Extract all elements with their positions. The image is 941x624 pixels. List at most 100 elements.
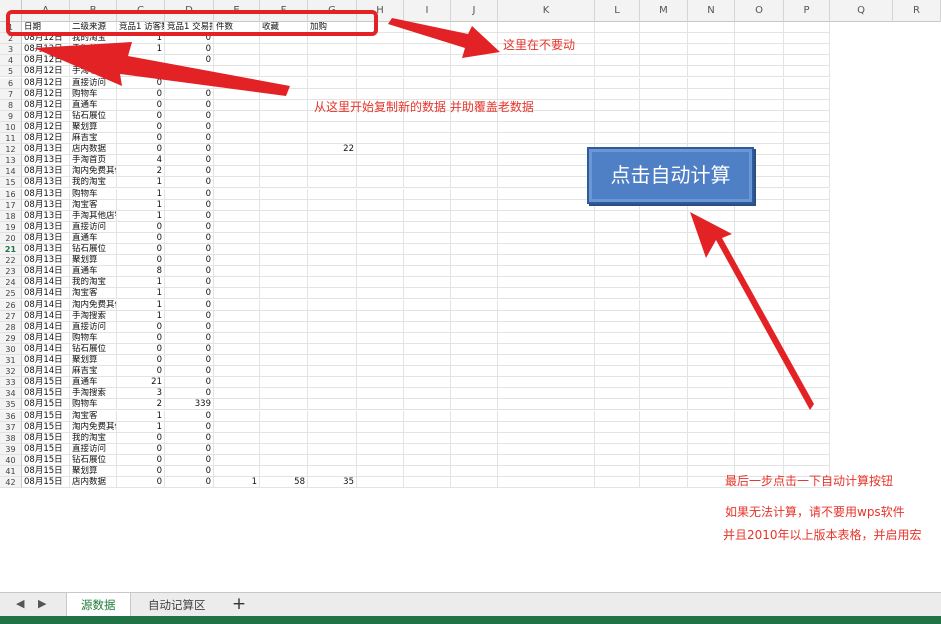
cell[interactable] bbox=[498, 133, 595, 145]
cell[interactable] bbox=[404, 454, 451, 466]
cell[interactable]: 08月15日 bbox=[22, 421, 70, 433]
cell[interactable]: 08月14日 bbox=[22, 266, 70, 278]
cell[interactable] bbox=[640, 355, 688, 367]
cell[interactable]: 08月15日 bbox=[22, 466, 70, 478]
cell[interactable] bbox=[451, 133, 498, 145]
column-header-n[interactable]: N bbox=[688, 0, 735, 22]
cell[interactable]: 08月12日 bbox=[22, 88, 70, 100]
cell[interactable] bbox=[784, 410, 830, 422]
cell[interactable] bbox=[451, 343, 498, 355]
cell[interactable] bbox=[260, 410, 308, 422]
cell[interactable]: 钻石展位 bbox=[70, 343, 117, 355]
cell[interactable] bbox=[260, 421, 308, 433]
cell[interactable]: 1 bbox=[117, 421, 165, 433]
cell[interactable] bbox=[214, 110, 260, 122]
cell[interactable]: 淘宝客 bbox=[70, 199, 117, 211]
cell[interactable] bbox=[688, 44, 735, 56]
cell[interactable]: 聚划算 bbox=[70, 255, 117, 267]
cell[interactable]: 3 bbox=[117, 388, 165, 400]
cell[interactable] bbox=[784, 44, 830, 56]
row-number[interactable]: 14 bbox=[0, 166, 22, 178]
cell[interactable]: 手淘搜索 bbox=[70, 310, 117, 322]
cell[interactable] bbox=[404, 199, 451, 211]
cell[interactable]: 21 bbox=[117, 377, 165, 389]
cell[interactable] bbox=[451, 288, 498, 300]
cell[interactable] bbox=[308, 432, 357, 444]
cell[interactable] bbox=[595, 66, 640, 78]
cell[interactable] bbox=[640, 277, 688, 289]
cell[interactable] bbox=[357, 121, 404, 133]
cell[interactable] bbox=[735, 221, 784, 233]
cell[interactable] bbox=[688, 133, 735, 145]
cell[interactable] bbox=[640, 310, 688, 322]
cell[interactable]: 我的淘宝 bbox=[70, 177, 117, 189]
cell[interactable] bbox=[640, 343, 688, 355]
cell[interactable] bbox=[308, 277, 357, 289]
cell[interactable] bbox=[117, 55, 165, 67]
cell[interactable] bbox=[784, 121, 830, 133]
row-number[interactable]: 12 bbox=[0, 144, 22, 156]
cell[interactable]: 1 bbox=[117, 277, 165, 289]
cell[interactable]: 0 bbox=[165, 232, 214, 244]
cell[interactable] bbox=[498, 466, 595, 478]
cell[interactable]: 0 bbox=[165, 343, 214, 355]
cell[interactable] bbox=[214, 299, 260, 311]
cell[interactable]: 08月15日 bbox=[22, 443, 70, 455]
cell[interactable] bbox=[404, 321, 451, 333]
cell[interactable] bbox=[688, 77, 735, 89]
cell[interactable] bbox=[688, 110, 735, 122]
cell[interactable] bbox=[735, 421, 784, 433]
column-header-q[interactable]: Q bbox=[830, 0, 893, 22]
row-number[interactable]: 7 bbox=[0, 88, 22, 100]
cell[interactable] bbox=[357, 377, 404, 389]
cell[interactable] bbox=[688, 399, 735, 411]
cell[interactable] bbox=[357, 55, 404, 67]
cell[interactable] bbox=[498, 355, 595, 367]
cell[interactable] bbox=[640, 321, 688, 333]
cell[interactable] bbox=[357, 144, 404, 156]
cell[interactable]: 聚划算 bbox=[70, 355, 117, 367]
cell[interactable] bbox=[308, 121, 357, 133]
cell[interactable] bbox=[498, 277, 595, 289]
cell[interactable] bbox=[498, 454, 595, 466]
cell[interactable] bbox=[357, 177, 404, 189]
cell[interactable] bbox=[498, 244, 595, 256]
cell[interactable]: 0 bbox=[165, 166, 214, 178]
cell[interactable] bbox=[498, 155, 595, 167]
cell[interactable] bbox=[214, 310, 260, 322]
cell[interactable] bbox=[640, 466, 688, 478]
cell[interactable] bbox=[640, 221, 688, 233]
cell[interactable] bbox=[308, 66, 357, 78]
cell[interactable] bbox=[640, 377, 688, 389]
cell[interactable] bbox=[735, 244, 784, 256]
cell[interactable]: 08月12日 bbox=[22, 44, 70, 56]
cell[interactable] bbox=[214, 188, 260, 200]
row-number[interactable]: 10 bbox=[0, 121, 22, 133]
cell[interactable] bbox=[688, 355, 735, 367]
cell[interactable] bbox=[308, 166, 357, 178]
cell[interactable] bbox=[357, 332, 404, 344]
cell[interactable] bbox=[404, 421, 451, 433]
cell[interactable] bbox=[308, 232, 357, 244]
cell[interactable] bbox=[404, 44, 451, 56]
cell[interactable] bbox=[784, 321, 830, 333]
cell[interactable] bbox=[404, 443, 451, 455]
cell[interactable]: 0 bbox=[117, 244, 165, 256]
cell[interactable] bbox=[308, 210, 357, 222]
cell[interactable]: 店内数据 bbox=[70, 477, 117, 489]
cell[interactable]: 0 bbox=[165, 432, 214, 444]
cell[interactable]: 0 bbox=[165, 443, 214, 455]
cell[interactable] bbox=[498, 443, 595, 455]
cell[interactable] bbox=[260, 443, 308, 455]
tab-auto-calc-area[interactable]: 自动记算区 bbox=[134, 593, 220, 617]
cell[interactable] bbox=[688, 66, 735, 78]
cell[interactable] bbox=[735, 366, 784, 378]
cell[interactable]: 0 bbox=[165, 288, 214, 300]
cell[interactable]: 1 bbox=[117, 66, 165, 78]
row-number[interactable]: 23 bbox=[0, 266, 22, 278]
cell[interactable] bbox=[260, 44, 308, 56]
cell[interactable] bbox=[214, 77, 260, 89]
cell[interactable] bbox=[735, 310, 784, 322]
cell[interactable] bbox=[735, 454, 784, 466]
next-sheet-icon[interactable]: ▶ bbox=[38, 597, 46, 610]
